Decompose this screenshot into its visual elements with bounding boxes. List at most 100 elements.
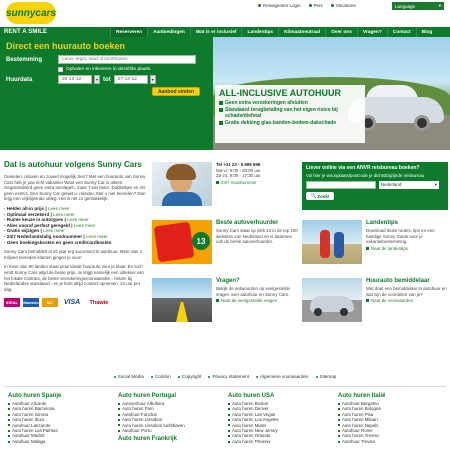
travel-photo xyxy=(302,220,362,264)
nav-over-ons[interactable]: Over ons xyxy=(325,27,357,37)
nav-vragen[interactable]: Vragen? xyxy=(356,27,387,37)
faq-link[interactable]: Naar de veelgestelde vragen xyxy=(216,298,298,303)
card-text: Download leuke routes, tips en een handi… xyxy=(366,228,435,245)
emergency-number-link[interactable]: 24/7 noodnummer xyxy=(216,180,298,185)
arrow-icon xyxy=(118,413,120,416)
arrow-icon xyxy=(338,413,340,416)
read-more-link[interactable]: Lees meer xyxy=(86,234,108,239)
nav-landentips[interactable]: Landentips xyxy=(241,27,278,37)
travel-agency-search: Liever online via een ANVR reisbureau bo… xyxy=(302,162,448,210)
country-select[interactable]: Nederland ▾ xyxy=(379,181,439,189)
payment-icons: iDEAL Maestro MC VISA Thawte xyxy=(4,298,146,308)
read-more-link[interactable]: Lees meer xyxy=(48,206,70,211)
top100-badge-image: 13 xyxy=(152,220,212,264)
promo-box[interactable]: ALL-INCLUSIVE AUTOHUUR Geen extra verzek… xyxy=(215,85,365,143)
terms-link[interactable]: Naar de voorwaarden xyxy=(366,298,448,303)
mastercard-icon: MC xyxy=(42,298,58,308)
footer-item[interactable]: Autohuur Malaga xyxy=(8,439,118,444)
customer-service-photo xyxy=(152,162,212,206)
arrow-icon xyxy=(8,402,10,405)
hero-image: ALL-INCLUSIVE AUTOHUUR Geen extra verzek… xyxy=(213,37,450,150)
arrow-icon xyxy=(118,429,120,432)
date-from-input[interactable] xyxy=(58,75,92,84)
ideal-icon: iDEAL xyxy=(4,298,20,308)
footer-col-title[interactable]: Auto huren Portugal xyxy=(118,393,228,399)
footer-col-usa: Auto huren USA Auto huren Boston Auto hu… xyxy=(228,393,338,444)
contact-card: Tel +31 23 - 5 699 696 Ma-vr: 9:00 - 20:… xyxy=(152,162,298,210)
same-location-checkbox[interactable]: Ophalen en inleveren in dezelfde plaats. xyxy=(58,67,207,72)
date-to-input[interactable] xyxy=(113,75,148,84)
footer-item[interactable]: Autohuur Porto xyxy=(118,428,228,433)
promo-item: Geen extra verzekeringen afsluiten xyxy=(219,100,361,106)
read-more-link[interactable]: Lees meer xyxy=(67,217,89,222)
card-title: Landentips xyxy=(366,220,399,226)
search-icon: 🔍 xyxy=(310,193,317,198)
top-link-agents[interactable]: Reisagenten Login xyxy=(258,3,301,8)
footer-col-spain: Auto huren Spanje Autohuur Alicante Auto… xyxy=(8,393,118,444)
maestro-icon: Maestro xyxy=(23,298,39,308)
top-link-jobs[interactable]: Vacatures xyxy=(330,3,356,8)
faq-card: Vragen? Bekijk de antwoorden op veelgest… xyxy=(152,278,298,326)
arrow-icon xyxy=(338,402,340,405)
footer-col-title[interactable]: Auto huren Italië xyxy=(338,393,448,399)
nav-contact[interactable]: Contact xyxy=(386,27,416,37)
country-tips-card: Landentips Download leuke routes, tips e… xyxy=(302,220,448,268)
nav-reserveren[interactable]: Reserveren xyxy=(110,27,148,37)
footer-link-terms[interactable]: Algemene voorwaarden xyxy=(255,374,309,379)
arrow-icon xyxy=(338,435,340,438)
nav-blog[interactable]: Blog xyxy=(415,27,438,37)
promo-item: Gratis dekking glas-banden-bodem-dakscha… xyxy=(219,120,361,126)
country-tips-link[interactable]: Naar de landentips xyxy=(366,246,448,251)
footer-item[interactable]: Auto huren Phoenix xyxy=(228,439,338,444)
top-links: Reisagenten Login Pers Vacatures xyxy=(258,3,356,8)
read-more-link[interactable]: Lees meer xyxy=(43,228,65,233)
hours-weekend: Za-zo: 9:00 - 17:30 uur xyxy=(216,173,261,179)
arrow-icon xyxy=(338,418,340,421)
destination-input[interactable] xyxy=(58,55,196,64)
footer-link-colofon[interactable]: Colofon xyxy=(150,374,171,379)
top100-card: 13 Beste autoverhuurder Sunny Cars staat… xyxy=(152,220,298,268)
footer-link-privacy[interactable]: Privacy statement xyxy=(208,374,249,379)
intro-title: Dat is autohuur volgens Sunny Cars xyxy=(4,160,142,169)
footer-col-title[interactable]: Auto huren Frankrijk xyxy=(118,436,228,442)
search-offer-button[interactable]: Aanbod vinden xyxy=(152,87,200,96)
promo-title: ALL-INCLUSIVE AUTOHUUR xyxy=(219,88,341,98)
chevron-down-icon[interactable]: ▾ xyxy=(94,75,100,84)
footer-link-social[interactable]: Social Media xyxy=(113,374,144,379)
footer-link-copyright[interactable]: Copyright xyxy=(177,374,201,379)
footer-col-title[interactable]: Auto huren Spanje xyxy=(8,393,118,399)
date-from-select[interactable]: ▾ xyxy=(58,75,100,84)
arrow-icon xyxy=(228,408,230,411)
dates-label: Huurdata xyxy=(6,76,33,83)
nav-klimaat[interactable]: Klimaatneutraal xyxy=(278,27,325,37)
language-select[interactable]: Language ▾ xyxy=(392,2,444,10)
arrow-icon xyxy=(219,121,223,125)
checkbox-box[interactable] xyxy=(58,67,63,72)
arrow-icon xyxy=(8,413,10,416)
footer-divider xyxy=(4,386,446,387)
read-more-link[interactable]: Lees meer xyxy=(53,212,75,217)
bullet-icon xyxy=(258,4,261,7)
sunnycars-logo[interactable]: sunnycars xyxy=(6,2,56,24)
arrow-icon xyxy=(366,299,369,303)
arrow-icon xyxy=(338,408,340,411)
arrow-icon xyxy=(228,440,230,443)
arrow-icon xyxy=(8,408,10,411)
footer-link-sitemap[interactable]: Sitemap xyxy=(315,374,336,379)
postcode-input[interactable] xyxy=(306,181,376,189)
nav-inclusief[interactable]: Wat is er inclusief xyxy=(189,27,242,37)
date-to-select[interactable]: ▾ xyxy=(113,75,156,84)
nav-aanbiedingen[interactable]: Aanbiedingen xyxy=(147,27,190,37)
search-agency-button[interactable]: 🔍 Zoek! xyxy=(306,192,334,200)
read-more-link[interactable]: Lees meer xyxy=(74,223,96,228)
footer-columns: Auto huren Spanje Autohuur Alicante Auto… xyxy=(8,393,448,444)
footer-col-portugal: Auto huren Portugal Autoverhuur Albufeir… xyxy=(118,393,228,444)
middle-cards: Tel +31 23 - 5 699 696 Ma-vr: 9:00 - 20:… xyxy=(152,162,298,336)
bullet-icon xyxy=(330,4,334,7)
top-link-press[interactable]: Pers xyxy=(308,3,323,8)
visa-icon: VISA xyxy=(61,298,83,308)
footer-col-title[interactable]: Auto huren USA xyxy=(228,393,338,399)
footer-item[interactable]: Autohuur Treviso xyxy=(338,439,448,444)
arrow-icon xyxy=(8,429,10,432)
chevron-down-icon[interactable]: ▾ xyxy=(149,75,156,84)
